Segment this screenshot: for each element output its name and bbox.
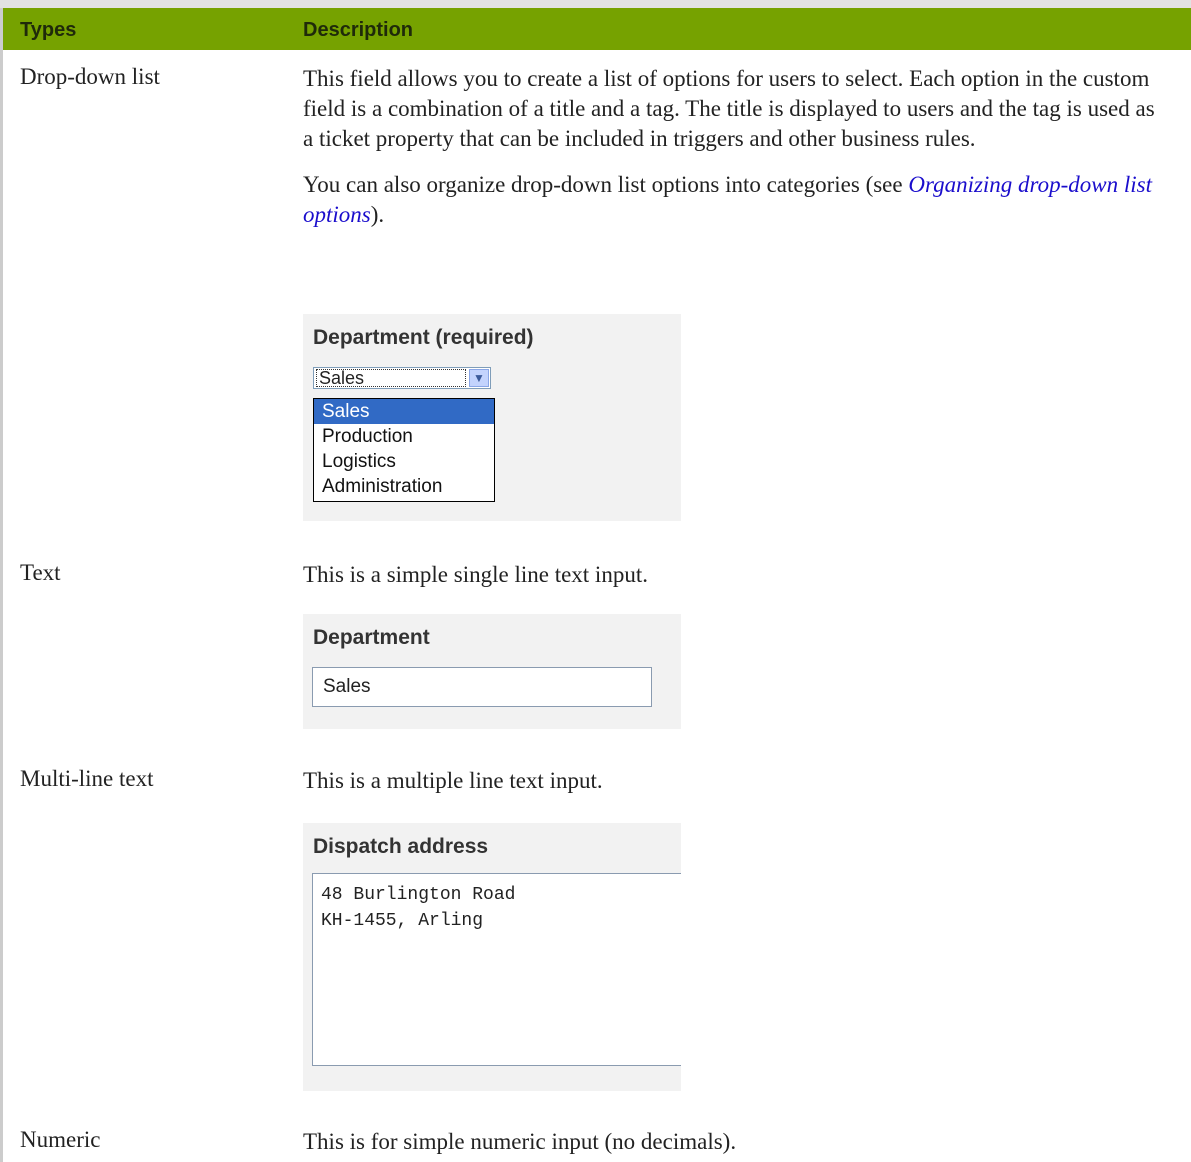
description-categories: You can also organize drop-down list opt… bbox=[303, 172, 1153, 227]
type-text: Text bbox=[20, 560, 61, 585]
type-drop-down-list: Drop-down list bbox=[20, 64, 160, 89]
table-left-border bbox=[0, 0, 3, 1162]
type-multi-line-text: Multi-line text bbox=[20, 766, 154, 791]
text-example-panel: Department Sales bbox=[303, 614, 681, 729]
option-logistics[interactable]: Logistics bbox=[314, 449, 494, 474]
option-administration[interactable]: Administration bbox=[314, 474, 494, 499]
description-numeric: This is for simple numeric input (no dec… bbox=[303, 1129, 737, 1154]
multiline-example-panel: Dispatch address 48 Burlington Road KH-1… bbox=[303, 823, 681, 1091]
description-drop-down-list: This field allows you to create a list o… bbox=[303, 64, 1163, 230]
description-text-field: This is a simple single line text input. bbox=[303, 562, 648, 587]
option-sales[interactable]: Sales bbox=[314, 399, 494, 424]
table-top-strip bbox=[0, 0, 1191, 8]
dispatch-address-textarea[interactable]: 48 Burlington Road KH-1455, Arling bbox=[312, 873, 681, 1066]
dropdown-example-panel: Department (required) Sales ▼ Sales Prod… bbox=[303, 314, 681, 521]
department-text-input[interactable]: Sales bbox=[312, 667, 652, 707]
description-text: This field allows you to create a list o… bbox=[303, 66, 1155, 151]
field-label: Department bbox=[313, 626, 430, 649]
header-description: Description bbox=[303, 19, 414, 41]
chevron-down-icon[interactable]: ▼ bbox=[469, 369, 489, 387]
description-multi-line: This is a multiple line text input. bbox=[303, 768, 603, 793]
table-header: Types Description bbox=[3, 8, 1191, 50]
field-label: Department (required) bbox=[313, 326, 534, 349]
field-label: Dispatch address bbox=[313, 835, 489, 858]
dropdown-options-list: Sales Production Logistics Administratio… bbox=[313, 398, 495, 502]
select-value: Sales bbox=[316, 369, 466, 387]
type-numeric: Numeric bbox=[20, 1127, 101, 1152]
department-select[interactable]: Sales ▼ bbox=[313, 367, 491, 389]
header-types: Types bbox=[20, 19, 77, 41]
option-production[interactable]: Production bbox=[314, 424, 494, 449]
